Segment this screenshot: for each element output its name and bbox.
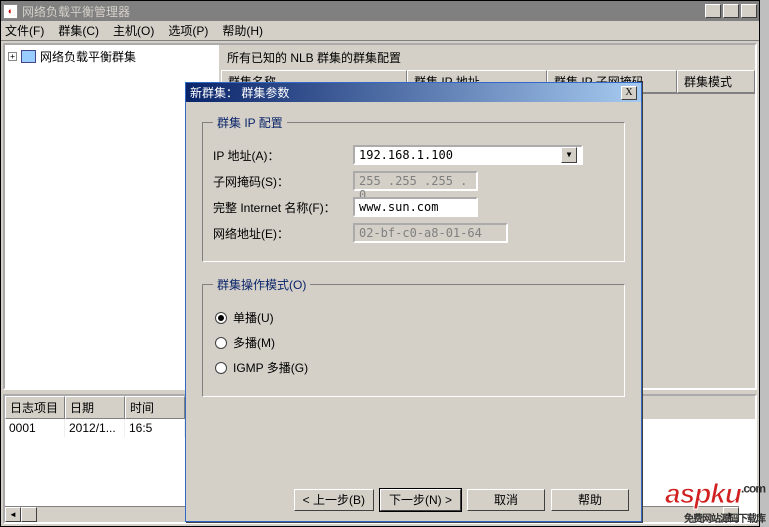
tree-root-label: 网络负载平衡群集 [40, 48, 136, 65]
radio-igmp-label: IGMP 多播(G) [233, 359, 308, 376]
group-ip-config: 群集 IP 配置 IP 地址(A)： 192.168.1.100 ▼ 子网掩码(… [202, 114, 625, 262]
radio-unicast-label: 单播(U) [233, 309, 274, 326]
subnet-field: 255 .255 .255 . 0 [353, 171, 478, 191]
subnet-label: 子网掩码(S)： [213, 173, 353, 190]
cancel-button[interactable]: 取消 [467, 489, 545, 511]
new-cluster-dialog: 新群集： 群集参数 X 群集 IP 配置 IP 地址(A)： 192.168.1… [185, 82, 642, 522]
ip-combobox[interactable]: 192.168.1.100 ▼ [353, 145, 583, 165]
back-button[interactable]: < 上一步(B) [294, 489, 374, 511]
radio-icon [215, 337, 227, 349]
expand-icon[interactable]: + [8, 52, 17, 61]
scroll-thumb[interactable] [21, 507, 37, 522]
col-log-item[interactable]: 日志项目 [5, 396, 65, 419]
col-log-date[interactable]: 日期 [65, 396, 125, 419]
mac-field: 02-bf-c0-a8-01-64 [353, 223, 508, 243]
dialog-titlebar: 新群集： 群集参数 X [186, 83, 641, 102]
dialog-buttons: < 上一步(B) 下一步(N) > 取消 帮助 [198, 489, 629, 511]
next-button[interactable]: 下一步(N) > [380, 489, 461, 511]
menubar: 文件(F) 群集(C) 主机(O) 选项(P) 帮助(H) [1, 21, 759, 41]
col-log-time[interactable]: 时间 [125, 396, 185, 419]
ip-value: 192.168.1.100 [359, 148, 561, 162]
log-date: 2012/1... [65, 419, 125, 437]
group-ip-legend: 群集 IP 配置 [213, 114, 287, 131]
radio-unicast[interactable]: 单播(U) [215, 309, 612, 326]
window-title: 网络负载平衡管理器 [22, 3, 705, 20]
menu-file[interactable]: 文件(F) [5, 22, 44, 39]
radio-icon [215, 362, 227, 374]
list-header-label: 所有已知的 NLB 群集的群集配置 [221, 45, 755, 70]
menu-options[interactable]: 选项(P) [168, 22, 208, 39]
mac-label: 网络地址(E)： [213, 225, 353, 242]
chevron-down-icon[interactable]: ▼ [561, 147, 577, 163]
minimize-button[interactable]: _ [705, 4, 721, 18]
watermark-sub: 免费网站源码下载库 [665, 510, 765, 525]
inet-label: 完整 Internet 名称(F)： [213, 199, 353, 216]
col-cluster-mode[interactable]: 群集模式 [677, 70, 755, 93]
app-icon: ◐ [3, 4, 18, 19]
log-time: 16:5 [125, 419, 185, 437]
dialog-close-button[interactable]: X [621, 86, 637, 100]
help-button[interactable]: 帮助 [551, 489, 629, 511]
radio-multicast-label: 多播(M) [233, 334, 275, 351]
group-mode-legend: 群集操作模式(O) [213, 276, 310, 293]
radio-multicast[interactable]: 多播(M) [215, 334, 612, 351]
close-button[interactable]: X [741, 4, 757, 18]
titlebar: ◐ 网络负载平衡管理器 _ □ X [1, 1, 759, 21]
menu-host[interactable]: 主机(O) [113, 22, 154, 39]
cluster-icon [21, 50, 36, 63]
dialog-body: 群集 IP 配置 IP 地址(A)： 192.168.1.100 ▼ 子网掩码(… [186, 102, 641, 423]
watermark-main: aspku [665, 478, 741, 509]
watermark: aspku.com 免费网站源码下载库 [665, 478, 765, 525]
tree-root-item[interactable]: + 网络负载平衡群集 [7, 47, 217, 66]
watermark-dot: .com [741, 482, 765, 496]
menu-help[interactable]: 帮助(H) [222, 22, 263, 39]
dialog-title: 新群集： 群集参数 [190, 84, 621, 101]
radio-igmp[interactable]: IGMP 多播(G) [215, 359, 612, 376]
menu-cluster[interactable]: 群集(C) [58, 22, 99, 39]
ip-label: IP 地址(A)： [213, 147, 353, 164]
inet-field[interactable]: www.sun.com [353, 197, 478, 217]
scroll-left-icon[interactable]: ◄ [5, 507, 21, 522]
group-mode: 群集操作模式(O) 单播(U) 多播(M) IGMP 多播(G) [202, 276, 625, 397]
log-item: 0001 [5, 419, 65, 437]
maximize-button[interactable]: □ [723, 4, 739, 18]
radio-icon [215, 312, 227, 324]
